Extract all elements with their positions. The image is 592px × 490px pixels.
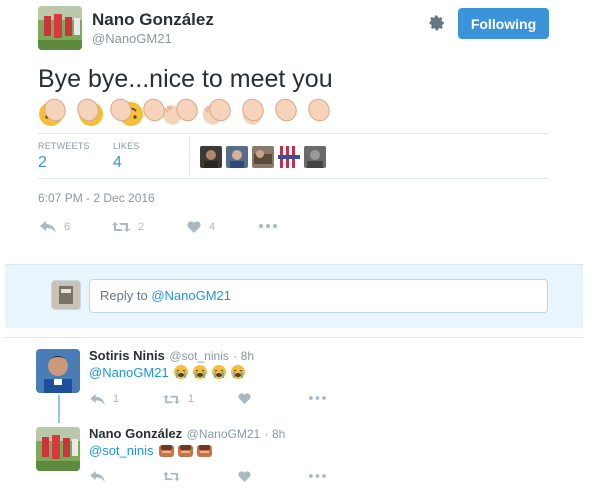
heart-icon (187, 221, 201, 233)
replies-divider (5, 337, 583, 338)
more-dots-icon (259, 224, 277, 228)
reply-mention: @NanoGM21 (151, 288, 231, 303)
reply-prefix: Reply to (100, 288, 152, 303)
current-user-avatar (51, 280, 81, 310)
author-name[interactable]: Nano González (92, 10, 214, 30)
reply-mention[interactable]: @NanoGM21 (89, 365, 169, 380)
like-action[interactable]: 4 (187, 221, 215, 233)
retweet-count: 1 (188, 393, 195, 405)
reply-mention[interactable]: @sot_ninis (89, 443, 154, 458)
stats-separator (189, 136, 190, 176)
more-action[interactable] (309, 474, 334, 478)
reply-header: Sotiris Ninis @sot_ninis · 8h (89, 347, 254, 365)
reply-count: 6 (64, 221, 71, 233)
reply-time[interactable]: · 8h (265, 427, 286, 441)
reply-avatar[interactable] (36, 427, 80, 471)
gear-icon[interactable] (428, 14, 446, 32)
liker-avatar[interactable] (226, 146, 248, 168)
retweet-action[interactable]: 2 (112, 221, 144, 233)
like-action[interactable] (238, 471, 259, 482)
reply-icon (90, 471, 105, 482)
reply-action[interactable]: 1 (90, 393, 119, 405)
reply-time[interactable]: · 8h (233, 349, 254, 363)
reply-text: @sot_ninis (89, 442, 214, 460)
heart-icon (238, 471, 251, 482)
following-button[interactable]: Following (458, 8, 549, 39)
likes-label: LIKES (113, 141, 140, 151)
reply-icon (40, 221, 56, 233)
retweet-icon (163, 394, 180, 404)
heart-icon (238, 393, 251, 404)
liker-avatar[interactable] (252, 146, 274, 168)
retweets-label: RETWEETS (38, 141, 90, 151)
retweet-icon (163, 471, 180, 482)
reply-header: Nano González @NanoGM21 · 8h (89, 425, 285, 443)
reply-icon (90, 393, 105, 405)
retweet-icon (112, 222, 130, 232)
retweet-count: 2 (138, 221, 145, 233)
like-count: 4 (209, 221, 216, 233)
reply-text: @NanoGM21 (89, 364, 249, 382)
author-handle[interactable]: @NanoGM21 (92, 31, 172, 46)
liker-avatar[interactable] (200, 146, 222, 168)
reply-avatar[interactable] (36, 349, 80, 393)
liker-avatar[interactable] (278, 146, 300, 168)
reply-author-name[interactable]: Nano González (89, 426, 182, 441)
likes-count[interactable]: 4 (113, 154, 122, 172)
reply-input[interactable]: Reply to @NanoGM21 (89, 279, 548, 313)
retweet-action[interactable] (163, 471, 188, 482)
liker-avatar[interactable] (304, 146, 326, 168)
reply-author-name[interactable]: Sotiris Ninis (89, 348, 165, 363)
more-action[interactable] (309, 396, 334, 400)
thread-connector (58, 395, 60, 423)
tweet-timestamp[interactable]: 6:07 PM - 2 Dec 2016 (38, 191, 155, 205)
bowing-person-emoji-icon (158, 445, 212, 457)
more-dots-icon (309, 396, 326, 400)
reply-author-handle[interactable]: @sot_ninis (169, 349, 229, 363)
tweet-text-content: Bye bye...nice to meet you (38, 65, 333, 93)
crying-face-emoji-icon (174, 365, 246, 379)
retweet-action[interactable]: 1 (163, 393, 194, 405)
reply-count: 1 (113, 393, 120, 405)
stats-bottom-divider (38, 178, 548, 179)
reply-author-handle[interactable]: @NanoGM21 (187, 427, 261, 441)
stats-top-divider (38, 133, 548, 134)
reply-action[interactable]: 6 (40, 221, 70, 233)
reply-action[interactable] (90, 471, 113, 482)
like-action[interactable] (238, 393, 259, 404)
more-action[interactable] (259, 224, 285, 228)
clap-emoji-row (40, 95, 340, 130)
retweets-count[interactable]: 2 (38, 154, 47, 172)
more-dots-icon (309, 474, 326, 478)
author-avatar[interactable] (38, 6, 82, 50)
